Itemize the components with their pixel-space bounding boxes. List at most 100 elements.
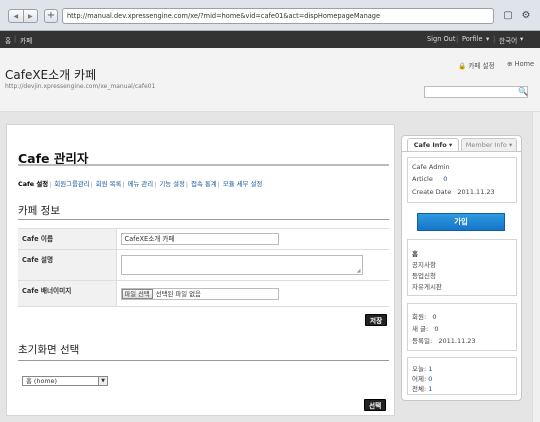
menu-item-notice[interactable]: 공지사항 (412, 259, 436, 269)
visitors-today-value: 1 (428, 365, 433, 373)
tab-cafe-info-label: Cafe Info (413, 141, 447, 149)
tab-cafe-info[interactable]: Cafe Info ▾ (407, 138, 459, 151)
site-header: CafeXE소개 카페 http://devjin.xpressengine.c… (0, 48, 540, 112)
create-date-label: Create Date (412, 188, 452, 196)
file-status-text: 선택된 파일 없음 (155, 290, 201, 298)
page-menu-icon[interactable]: ▢ (500, 9, 516, 23)
history-nav: ◀ ▶ (8, 9, 38, 23)
menu-item-upgrade-request[interactable]: 등업신청 (412, 270, 436, 280)
cafe-stats-box: 회원: 0 새 글: 0 등록일: 2011.11.23 (407, 303, 517, 351)
form-row-banner: Cafe 배너이미지 파일 선택 선택된 파일 없음 (18, 280, 389, 307)
registered-date: 등록일: 2011.11.23 (412, 335, 476, 345)
article-count: Article 0 (412, 175, 447, 183)
member-count-value: 0 (432, 313, 437, 321)
cafe-banner-label: Cafe 배너이미지 (18, 280, 116, 307)
form-row-description: Cafe 설명 ◢ (18, 249, 389, 281)
form-row-name: Cafe 이름 CafeXE소개 카페 (18, 228, 389, 250)
topbar-separator: | (456, 35, 459, 43)
start-page-select-value: 홈 (home) (26, 377, 58, 385)
back-icon[interactable]: ◀ (9, 10, 24, 22)
title-divider (18, 164, 389, 166)
chevron-down-icon: ▾ (486, 35, 490, 43)
home-link-label: Home (514, 60, 535, 68)
site-title[interactable]: CafeXE소개 카페 (5, 66, 96, 83)
submenu-access-stats[interactable]: 접속 통계 (191, 180, 217, 188)
section-divider (18, 219, 389, 220)
profile-link[interactable]: Porfile (462, 35, 483, 43)
sidebar-tabs: Cafe Info ▾ Member Info ▾ (401, 135, 522, 151)
submenu-member-list[interactable]: 회원 목록 (96, 180, 122, 188)
cafe-description-textarea[interactable]: ◢ (120, 255, 363, 275)
join-button[interactable]: 가입 (417, 213, 505, 231)
cafe-settings-label: 카페 설정 (468, 62, 495, 70)
address-bar[interactable]: http://manual.dev.xpressengine.com/xe/?m… (62, 8, 494, 24)
visitors-yesterday: 어제: 0 (412, 373, 432, 383)
menu-item-free-board[interactable]: 자유게시판 (412, 281, 442, 291)
visitors-total-label: 전체: (412, 385, 427, 393)
submenu-cafe-settings[interactable]: Cafe 설정 (18, 180, 48, 188)
submenu-menu-manage[interactable]: 메뉴 관리 (128, 180, 154, 188)
visitors-total: 전체: 1 (412, 383, 432, 393)
file-select-button[interactable]: 파일 선택 (121, 288, 153, 299)
menu-item-home[interactable]: 홈 (412, 248, 418, 258)
topbar-cafe-link[interactable]: 카페 (20, 35, 32, 45)
site-topbar: 홈 | 카페 Sign Out | Porfile ▾ | 한국어 ▾ (0, 31, 540, 48)
banner-file-input[interactable]: 파일 선택 선택된 파일 없음 (120, 287, 279, 300)
topbar-home-link[interactable]: 홈 (5, 35, 11, 45)
cafe-menu-box: 홈 공지사항 등업신청 자유게시판 (407, 239, 517, 296)
new-post-value: 0 (434, 325, 439, 333)
resize-handle-icon[interactable]: ◢ (357, 268, 361, 274)
section-title-cafe-info: 카페 정보 (18, 205, 60, 217)
gear-icon[interactable]: ⚙ (518, 9, 534, 23)
topbar-separator: | (14, 35, 17, 43)
search-input[interactable] (424, 86, 528, 98)
visitors-today: 오늘: 1 (412, 363, 432, 373)
cafe-name-label: Cafe 이름 (18, 228, 116, 250)
chevron-down-icon[interactable]: ▼ (98, 377, 107, 385)
scrollbar[interactable] (532, 112, 540, 422)
search-icon[interactable]: 🔍 (518, 87, 528, 97)
tab-member-info-label: Member Info (465, 141, 507, 149)
save-button[interactable]: 저장 (365, 314, 388, 326)
new-tab-button[interactable]: + (44, 9, 58, 23)
visitors-today-label: 오늘: (412, 365, 427, 373)
lock-icon: 🔒 (458, 62, 467, 70)
registered-date-label: 등록일: (412, 337, 433, 345)
section-divider (18, 360, 389, 361)
visitors-total-value: 1 (428, 385, 433, 393)
admin-submenu: Cafe 설정| 회원그룹관리| 회원 목록| 메뉴 관리| 기능 설정| 접속… (18, 180, 263, 188)
select-button[interactable]: 선택 (364, 399, 387, 411)
tab-divider (401, 151, 522, 152)
visitors-yesterday-label: 어제: (412, 375, 427, 383)
cafe-description-label: Cafe 설명 (18, 249, 116, 281)
forward-icon[interactable]: ▶ (24, 10, 38, 22)
member-count: 회원: 0 (412, 311, 437, 321)
submenu-feature-settings[interactable]: 기능 설정 (159, 180, 185, 188)
language-selector[interactable]: 한국어 (499, 35, 517, 45)
cafe-admin-text: Cafe Admin (412, 163, 450, 171)
new-post-label: 새 글: (412, 325, 429, 333)
cafe-info-box: Cafe Admin Article 0 Create Date 2011.11… (407, 157, 517, 203)
submenu-member-groups[interactable]: 회원그룹관리 (54, 180, 89, 188)
submenu-module-settings[interactable]: 모듈 세부 설정 (223, 180, 262, 188)
chevron-down-icon: ▾ (520, 35, 524, 43)
article-value[interactable]: 0 (443, 175, 447, 183)
form-cell: 파일 선택 선택된 파일 없음 (115, 280, 389, 307)
home-link[interactable]: ⊕ Home (507, 60, 534, 68)
cafe-info-form: Cafe 이름 CafeXE소개 카페 Cafe 설명 ◢ Cafe 배너이미지… (18, 228, 389, 307)
visitor-stats-box: 오늘: 1 어제: 0 전체: 1 (407, 357, 517, 395)
sign-out-link[interactable]: Sign Out (427, 35, 455, 43)
tab-member-info[interactable]: Member Info ▾ (461, 138, 517, 151)
globe-icon: ⊕ (507, 60, 513, 68)
form-cell: CafeXE소개 카페 (115, 228, 389, 250)
form-cell: ◢ (115, 249, 389, 281)
create-date: Create Date 2011.11.23 (412, 188, 495, 196)
topbar-separator: | (493, 35, 496, 43)
start-page-select[interactable]: 홈 (home) ▼ (22, 376, 108, 386)
cafe-settings-link[interactable]: 🔒 카페 설정 (458, 60, 495, 70)
site-url: http://devjin.xpressengine.com/xe_manual… (5, 83, 156, 90)
create-date-value: 2011.11.23 (457, 188, 495, 196)
member-count-label: 회원: (412, 313, 427, 321)
cafe-name-input[interactable]: CafeXE소개 카페 (120, 233, 279, 245)
visitors-yesterday-value: 0 (428, 375, 433, 383)
